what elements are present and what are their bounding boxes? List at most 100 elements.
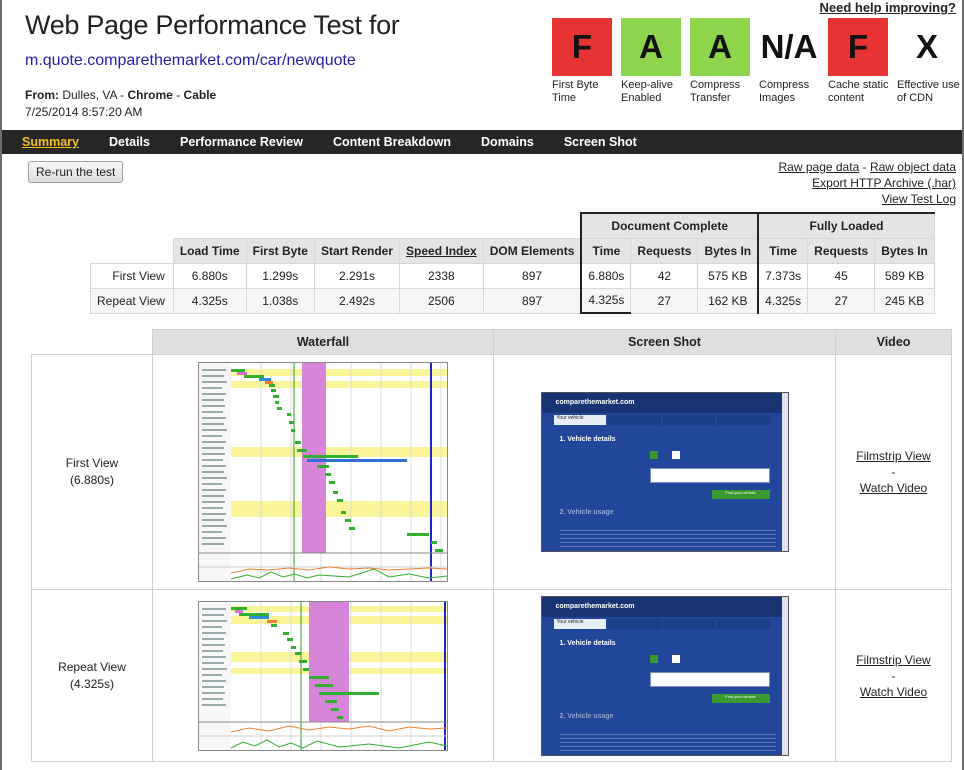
watch-video-link[interactable]: Watch Video (860, 685, 927, 699)
raw-object-data-link[interactable]: Raw object data (870, 160, 956, 174)
cell: 2506 (399, 287, 484, 314)
group-fully-loaded: Fully Loaded (757, 212, 935, 239)
thumb-yes-checkbox (649, 451, 658, 459)
blank-cell (91, 238, 174, 263)
cell: 897 (482, 287, 582, 314)
grade-badge[interactable]: N/A (759, 18, 819, 76)
filmstrip-view-link[interactable]: Filmstrip View (856, 449, 930, 463)
cell: 27 (630, 287, 699, 314)
browser-value: Chrome (127, 88, 173, 102)
row-label: First View (90, 262, 174, 289)
grade-badge[interactable]: A (621, 18, 681, 76)
separator: - (862, 160, 867, 174)
thumb-logo: comparethemarket.com (555, 399, 635, 406)
grade-badge[interactable]: F (828, 18, 888, 76)
thumb-tab (662, 415, 715, 425)
grade-label: Cache static content (828, 79, 889, 104)
grade-label: Effective use of CDN (897, 79, 960, 104)
col-dc-time: Time (580, 237, 632, 264)
cell: 4.325s (757, 287, 809, 314)
cell: 589 KB (874, 262, 935, 289)
table-row: Repeat View 4.325s 1.038s 2.492s 2506 89… (90, 287, 935, 314)
table-row: First View 6.880s 1.299s 2.291s 2338 897… (90, 262, 935, 289)
test-date: 7/25/2014 8:57:20 AM (25, 105, 143, 119)
grade-keep-alive[interactable]: A Keep-alive Enabled (621, 18, 690, 105)
header-video: Video (835, 329, 952, 355)
export-links: Raw page data - Raw object data Export H… (779, 159, 956, 207)
filmstrip-view-link[interactable]: Filmstrip View (856, 653, 930, 667)
view-test-log-link[interactable]: View Test Log (882, 192, 956, 206)
cell: 1.038s (245, 287, 315, 314)
tab-domains[interactable]: Domains (481, 135, 534, 149)
separator: - (891, 465, 896, 479)
tab-content-breakdown[interactable]: Content Breakdown (333, 135, 451, 149)
col-start-render: Start Render (313, 237, 401, 264)
grade-compress-images[interactable]: N/A Compress Images (759, 18, 828, 105)
cell: 162 KB (697, 287, 759, 314)
grade-compress-transfer[interactable]: A Compress Transfer (690, 18, 759, 105)
cell: 6.880s (580, 262, 632, 289)
thumb-section-title: 2. Vehicle usage (559, 712, 614, 720)
grade-cache-static[interactable]: F Cache static content (828, 18, 897, 105)
rerun-test-button[interactable]: Re-run the test (28, 161, 124, 183)
location-value: Dulles, VA (62, 88, 117, 102)
separator: - (891, 668, 896, 683)
connection-value: Cable (183, 88, 217, 102)
grade-label: Compress Images (759, 79, 810, 104)
results-table: Document Complete Fully Loaded Load Time… (90, 212, 935, 314)
grade-badge[interactable]: F (552, 18, 612, 76)
grade-label: Compress Transfer (690, 79, 741, 104)
tab-screen-shot[interactable]: Screen Shot (564, 135, 637, 149)
col-speed-index[interactable]: Speed Index (399, 237, 484, 264)
waterfall-thumbnail[interactable] (198, 362, 448, 582)
grade-first-byte[interactable]: F First Byte Time (552, 18, 621, 105)
screenshot-cell: comparethemarket.com Your vehicle 1. Veh… (493, 354, 836, 590)
cell: 7.373s (757, 262, 809, 289)
thumb-input (649, 468, 770, 483)
view-label: First View (6.880s) (31, 354, 153, 590)
grade-badge[interactable]: X (897, 18, 957, 76)
test-url-link[interactable]: m.quote.comparethemarket.com/car/newquot… (25, 52, 356, 70)
grade-label: Keep-alive Enabled (621, 79, 673, 104)
tab-performance-review[interactable]: Performance Review (180, 135, 303, 149)
screenshot-thumbnail[interactable]: comparethemarket.com Your vehicle 1. Veh… (540, 392, 789, 552)
page-title: Web Page Performance Test for (25, 10, 400, 40)
thumb-scrollbar (781, 596, 788, 755)
thumb-tab (608, 618, 661, 629)
header-waterfall: Waterfall (152, 329, 494, 355)
test-location: From: Dulles, VA - Chrome - Cable (25, 88, 216, 102)
watch-video-link[interactable]: Watch Video (860, 481, 927, 495)
grade-label: First Byte Time (552, 79, 599, 104)
cell: 4.325s (172, 287, 247, 314)
thumb-button: Find your vehicle (711, 490, 770, 499)
screenshot-thumbnail[interactable]: comparethemarket.com Your vehicle 1. Veh… (540, 595, 789, 756)
thumb-tab (662, 618, 715, 629)
row-label: Repeat View (90, 287, 174, 314)
separator: - (120, 88, 125, 102)
thumb-tab (717, 618, 770, 629)
grade-cdn[interactable]: X Effective use of CDN (897, 18, 964, 105)
separator: - (176, 88, 181, 102)
cell: 2338 (399, 262, 484, 289)
thumb-no-checkbox (671, 654, 680, 663)
col-fl-bytes: Bytes In (874, 237, 935, 264)
thumb-tab (717, 415, 770, 425)
raw-page-data-link[interactable]: Raw page data (779, 160, 860, 174)
waterfall-thumbnail[interactable] (198, 600, 448, 751)
grade-badge[interactable]: A (690, 18, 750, 76)
speed-index-link[interactable]: Speed Index (406, 244, 477, 258)
main-nav: Summary Details Performance Review Conte… (2, 130, 962, 154)
thumb-section-title: 1. Vehicle details (559, 436, 616, 443)
tab-details[interactable]: Details (109, 135, 150, 149)
col-fl-requests: Requests (807, 237, 876, 264)
view-name: Repeat View (58, 659, 126, 674)
cell: 6.880s (172, 262, 247, 289)
export-har-link[interactable]: Export HTTP Archive (.har) (812, 176, 956, 190)
col-load-time: Load Time (172, 237, 247, 264)
cell: 2.291s (313, 262, 401, 289)
thumb-tab: Your vehicle (553, 415, 606, 425)
thumb-button: Find your vehicle (711, 693, 770, 703)
cell: 27 (807, 287, 876, 314)
help-improving-link[interactable]: Need help improving? (819, 0, 956, 15)
tab-summary[interactable]: Summary (22, 135, 79, 149)
